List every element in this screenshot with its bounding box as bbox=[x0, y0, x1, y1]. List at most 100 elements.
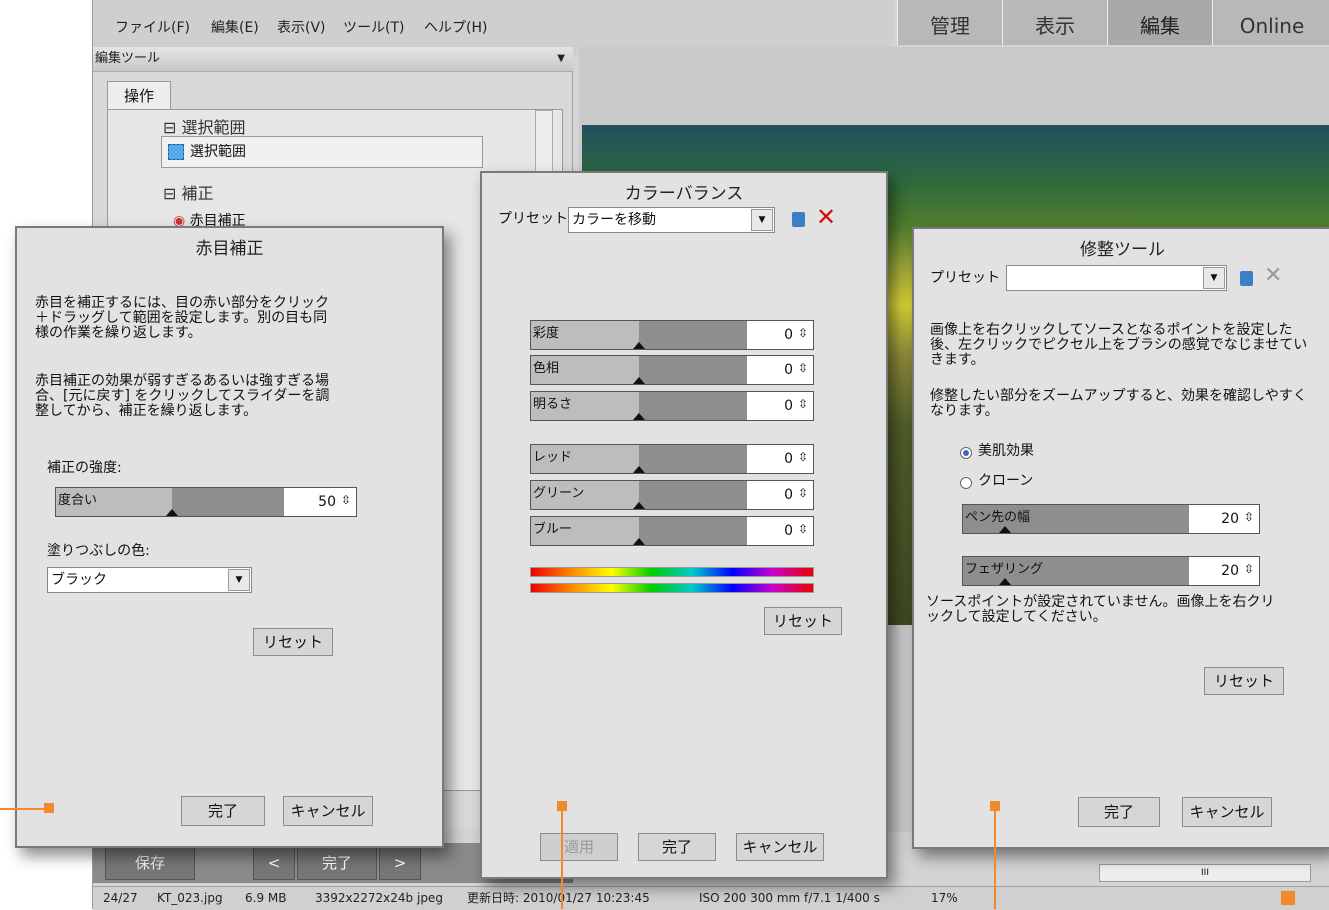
green-slider[interactable]: グリーン 0 ⇳ bbox=[530, 480, 814, 510]
pen-width-label: ペン先の幅 bbox=[965, 510, 1031, 525]
status-size: 6.9 MB bbox=[245, 891, 287, 905]
feathering-value[interactable]: 20 bbox=[1221, 563, 1239, 579]
preset-label: プリセット bbox=[930, 270, 1000, 286]
spin-icon[interactable]: ⇳ bbox=[798, 450, 808, 464]
menu-help[interactable]: ヘルプ(H) bbox=[424, 17, 487, 37]
hue-spectrum-bar bbox=[530, 567, 814, 577]
pen-width-slider[interactable]: ペン先の幅 20 ⇳ bbox=[962, 504, 1260, 534]
tab-view[interactable]: 表示 bbox=[1002, 0, 1107, 45]
delete-preset-icon[interactable]: ✕ bbox=[816, 203, 836, 231]
reset-button[interactable]: リセット bbox=[1204, 667, 1284, 695]
hue-slider[interactable]: 色相 0 ⇳ bbox=[530, 355, 814, 385]
cancel-button[interactable]: キャンセル bbox=[1182, 797, 1272, 827]
spin-icon[interactable]: ⇳ bbox=[798, 522, 808, 536]
shifted-spectrum-bar bbox=[530, 583, 814, 593]
slider-thumb[interactable] bbox=[633, 377, 645, 384]
strength-label: 補正の強度: bbox=[47, 460, 122, 476]
slider-thumb[interactable] bbox=[633, 413, 645, 420]
chevron-down-icon[interactable]: ▼ bbox=[557, 47, 565, 71]
menu-edit[interactable]: 編集(E) bbox=[211, 17, 259, 37]
cancel-button[interactable]: キャンセル bbox=[736, 833, 824, 861]
spin-icon[interactable]: ⇳ bbox=[798, 361, 808, 375]
section-correction[interactable]: ⊟ 補正 bbox=[163, 180, 214, 204]
spin-icon[interactable]: ⇳ bbox=[1244, 510, 1254, 524]
slider-thumb[interactable] bbox=[166, 509, 178, 516]
done-button[interactable]: 完了 bbox=[297, 846, 377, 880]
redeye-title: 赤目補正 bbox=[195, 239, 264, 259]
spin-icon[interactable]: ⇳ bbox=[341, 493, 351, 507]
tab-operations[interactable]: 操作 bbox=[107, 81, 171, 110]
status-modified: 更新日時: 2010/01/27 10:23:45 bbox=[467, 891, 650, 905]
preset-select[interactable]: ▼ bbox=[1006, 265, 1227, 291]
delete-preset-icon[interactable]: ✕ bbox=[1264, 263, 1282, 288]
tab-online[interactable]: Online bbox=[1212, 0, 1329, 45]
saturation-value[interactable]: 0 bbox=[784, 327, 793, 343]
menu-file[interactable]: ファイル(F) bbox=[115, 17, 190, 37]
radio-skin[interactable] bbox=[960, 447, 972, 459]
done-button[interactable]: 完了 bbox=[638, 833, 716, 861]
hue-label: 色相 bbox=[533, 361, 560, 376]
brightness-value[interactable]: 0 bbox=[784, 398, 793, 414]
feathering-slider[interactable]: フェザリング 20 ⇳ bbox=[962, 556, 1260, 586]
reset-button[interactable]: リセット bbox=[253, 628, 333, 656]
radio-clone-label: クローン bbox=[978, 473, 1034, 489]
next-button[interactable]: > bbox=[379, 846, 421, 880]
save-preset-icon[interactable] bbox=[792, 212, 805, 227]
hue-value[interactable]: 0 bbox=[784, 362, 793, 378]
fill-color-select[interactable]: ブラック ▼ bbox=[47, 567, 252, 593]
section-correction-label: 補正 bbox=[181, 184, 214, 203]
tab-edit[interactable]: 編集 bbox=[1107, 0, 1212, 45]
preset-select[interactable]: カラーを移動 ▼ bbox=[568, 207, 775, 233]
slider-thumb[interactable] bbox=[999, 526, 1011, 533]
menu-tools[interactable]: ツール(T) bbox=[343, 17, 404, 37]
status-zoom: 17% bbox=[931, 891, 958, 905]
section-selection[interactable]: ⊟ 選択範囲 bbox=[163, 114, 246, 138]
degree-value[interactable]: 50 bbox=[318, 494, 336, 510]
spin-icon[interactable]: ⇳ bbox=[1244, 562, 1254, 576]
edit-tools-title: 編集ツール bbox=[95, 51, 161, 66]
slider-thumb[interactable] bbox=[999, 578, 1011, 585]
red-slider[interactable]: レッド 0 ⇳ bbox=[530, 444, 814, 474]
saturation-slider[interactable]: 彩度 0 ⇳ bbox=[530, 320, 814, 350]
preset-label: プリセット bbox=[498, 211, 568, 227]
cancel-button[interactable]: キャンセル bbox=[283, 796, 373, 826]
horizontal-scrollbar[interactable]: III bbox=[1099, 864, 1311, 882]
spin-icon[interactable]: ⇳ bbox=[798, 397, 808, 411]
menu-view[interactable]: 表示(V) bbox=[277, 17, 326, 37]
blue-value[interactable]: 0 bbox=[784, 523, 793, 539]
edit-tools-header[interactable]: 編集ツール ▼ bbox=[93, 47, 573, 72]
slider-thumb[interactable] bbox=[633, 538, 645, 545]
save-button[interactable]: 保存 bbox=[105, 846, 195, 880]
chevron-down-icon[interactable]: ▼ bbox=[1203, 267, 1225, 289]
spin-icon[interactable]: ⇳ bbox=[798, 326, 808, 340]
slider-thumb[interactable] bbox=[633, 466, 645, 473]
redeye-tips: 赤目補正の効果が弱すぎるあるいは強すぎる場合、[元に戻す] をクリックしてスライ… bbox=[35, 373, 330, 419]
save-preset-icon[interactable] bbox=[1240, 271, 1253, 286]
done-button[interactable]: 完了 bbox=[181, 796, 265, 826]
tool-selection[interactable]: 選択範囲 bbox=[161, 136, 483, 168]
slider-thumb[interactable] bbox=[633, 342, 645, 349]
radio-clone[interactable] bbox=[960, 477, 972, 489]
slider-thumb[interactable] bbox=[633, 502, 645, 509]
pen-width-value[interactable]: 20 bbox=[1221, 511, 1239, 527]
spin-icon[interactable]: ⇳ bbox=[798, 486, 808, 500]
degree-slider[interactable]: 度合い 50 ⇳ bbox=[55, 487, 357, 517]
red-value[interactable]: 0 bbox=[784, 451, 793, 467]
retouch-dialog: 修整ツール プリセット ▼ ✕ 画像上を右クリックしてソースとなるポイントを設定… bbox=[912, 227, 1329, 849]
blue-slider[interactable]: ブルー 0 ⇳ bbox=[530, 516, 814, 546]
brightness-slider[interactable]: 明るさ 0 ⇳ bbox=[530, 391, 814, 421]
chevron-down-icon[interactable]: ▼ bbox=[751, 209, 773, 231]
tab-manage[interactable]: 管理 bbox=[897, 0, 1002, 45]
apply-button[interactable]: 適用 bbox=[540, 833, 618, 861]
done-button[interactable]: 完了 bbox=[1078, 797, 1160, 827]
status-index: 24/27 bbox=[103, 891, 138, 905]
reset-button[interactable]: リセット bbox=[764, 607, 842, 635]
status-bar: 24/27 KT_023.jpg 6.9 MB 3392x2272x24b jp… bbox=[93, 886, 1329, 910]
chevron-down-icon[interactable]: ▼ bbox=[228, 569, 250, 591]
green-label: グリーン bbox=[533, 486, 585, 501]
colorbalance-title: カラーバランス bbox=[624, 184, 744, 204]
green-value[interactable]: 0 bbox=[784, 487, 793, 503]
prev-button[interactable]: < bbox=[253, 846, 295, 880]
tool-selection-label: 選択範囲 bbox=[190, 144, 246, 160]
check-icon[interactable] bbox=[1281, 891, 1295, 905]
